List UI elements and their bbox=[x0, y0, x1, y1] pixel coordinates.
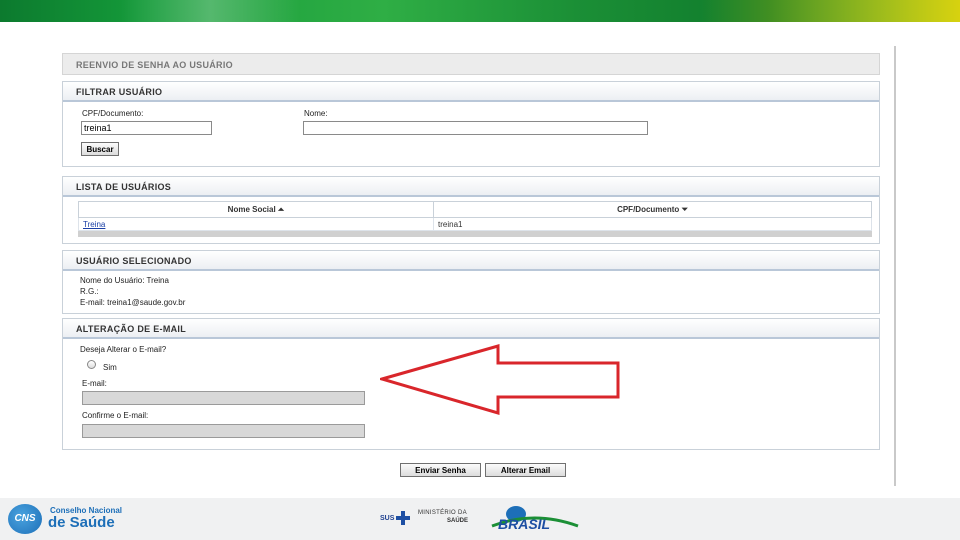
cell-name[interactable]: Treina bbox=[78, 217, 434, 231]
cns-logo-icon: CNS bbox=[8, 504, 42, 534]
change-email-question: Deseja Alterar o E-mail? bbox=[80, 345, 167, 354]
user-link[interactable]: Treina bbox=[83, 220, 105, 229]
change-email-button[interactable]: Alterar Email bbox=[485, 463, 566, 477]
confirm-email-label: Confirme o E-mail: bbox=[82, 411, 149, 420]
column-header-name[interactable]: Nome Social ⏶ bbox=[78, 201, 434, 218]
user-table: Nome Social ⏶ CPF/Documento ⏷ Treina tre… bbox=[78, 201, 872, 231]
cpf-input[interactable] bbox=[81, 121, 212, 135]
banner-shine bbox=[120, 0, 300, 22]
table-header-row: Nome Social ⏶ CPF/Documento ⏷ bbox=[78, 201, 872, 218]
send-password-button[interactable]: Enviar Senha bbox=[400, 463, 481, 477]
top-banner bbox=[0, 0, 960, 22]
email-change-heading: ALTERAÇÃO DE E-MAIL bbox=[63, 319, 879, 339]
sim-label: Sim bbox=[103, 363, 117, 372]
name-input[interactable] bbox=[303, 121, 648, 135]
brasil-logo-icon: BRASIL bbox=[491, 506, 579, 532]
left-arrow-annotation bbox=[380, 344, 620, 416]
selected-user-panel: USUÁRIO SELECIONADO Nome do Usuário: Tre… bbox=[62, 250, 880, 314]
cpf-label: CPF/Documento: bbox=[82, 109, 144, 118]
page-title: REENVIO DE SENHA AO USUÁRIO bbox=[62, 53, 880, 75]
selected-user-email: E-mail: treina1@saude.gov.br bbox=[80, 298, 186, 307]
email-label: E-mail: bbox=[82, 379, 107, 388]
footer: CNS Conselho Nacional de Saúde SUS MINIS… bbox=[0, 498, 960, 540]
ministry-line1: MINISTÉRIO DA bbox=[418, 510, 467, 516]
user-list-heading: LISTA DE USUÁRIOS bbox=[63, 177, 879, 197]
filter-panel: FILTRAR USUÁRIO CPF/Documento: Nome: Bus… bbox=[62, 81, 880, 167]
selected-user-heading: USUÁRIO SELECIONADO bbox=[63, 251, 879, 271]
filter-heading: FILTRAR USUÁRIO bbox=[63, 82, 879, 102]
brasil-text: BRASIL bbox=[498, 516, 550, 532]
banner-yellow-accent bbox=[700, 0, 960, 22]
content-divider bbox=[894, 46, 896, 486]
ministry-line2: SAÚDE bbox=[447, 518, 469, 524]
name-label: Nome: bbox=[304, 109, 328, 118]
table-row[interactable]: Treina treina1 bbox=[78, 217, 872, 231]
email-input[interactable] bbox=[82, 391, 365, 405]
table-footer bbox=[78, 231, 872, 237]
selected-user-name: Nome do Usuário: Treina bbox=[80, 276, 169, 285]
cns-title-line2: de Saúde bbox=[48, 514, 115, 531]
sim-radio[interactable] bbox=[87, 360, 96, 369]
sus-label: SUS bbox=[380, 515, 395, 522]
search-button[interactable]: Buscar bbox=[81, 142, 119, 156]
cell-document: treina1 bbox=[433, 217, 872, 231]
confirm-email-input[interactable] bbox=[82, 424, 365, 438]
user-list-panel: LISTA DE USUÁRIOS Nome Social ⏶ CPF/Docu… bbox=[62, 176, 880, 244]
health-cross-icon bbox=[396, 511, 410, 525]
selected-user-rg: R.G.: bbox=[80, 287, 99, 296]
column-header-document[interactable]: CPF/Documento ⏷ bbox=[433, 201, 872, 218]
